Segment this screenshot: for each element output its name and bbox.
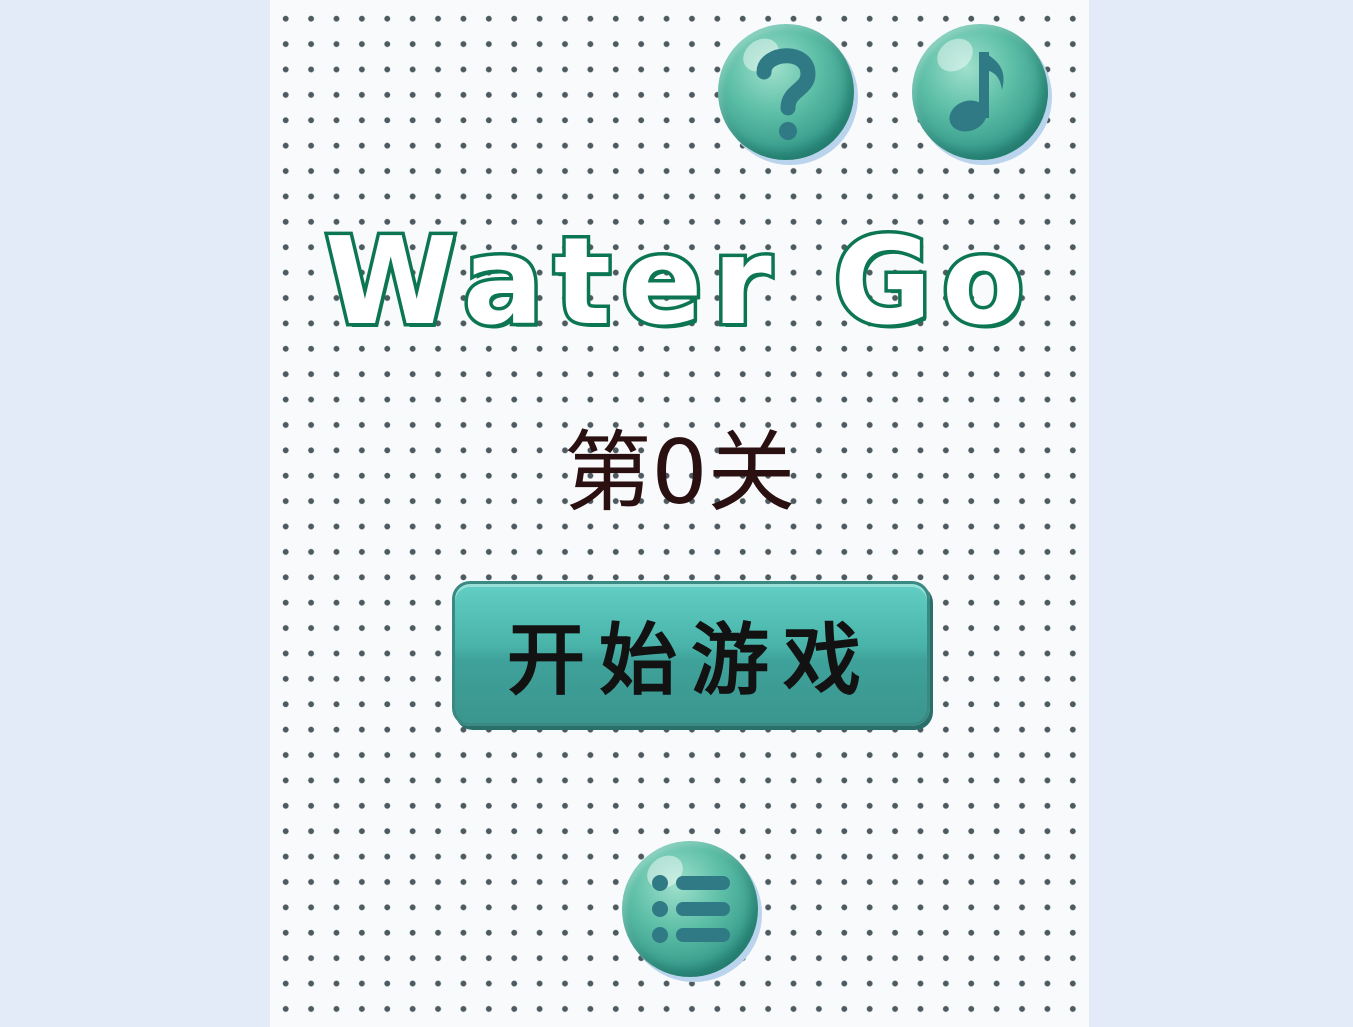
level-label: 第0关 [563, 421, 796, 524]
music-note-icon [949, 52, 1004, 132]
start-game-label: 开始游戏 [506, 615, 875, 706]
music-button[interactable] [912, 24, 1048, 160]
start-game-button[interactable]: 开始游戏 [452, 581, 930, 726]
game-stage: Water Go 第0关 开始游戏 [270, 0, 1089, 1027]
help-button[interactable] [718, 24, 854, 160]
menu-button[interactable] [622, 841, 758, 977]
question-mark-icon [756, 48, 816, 140]
game-title: Water Go [321, 210, 1035, 356]
list-menu-icon [652, 875, 730, 943]
